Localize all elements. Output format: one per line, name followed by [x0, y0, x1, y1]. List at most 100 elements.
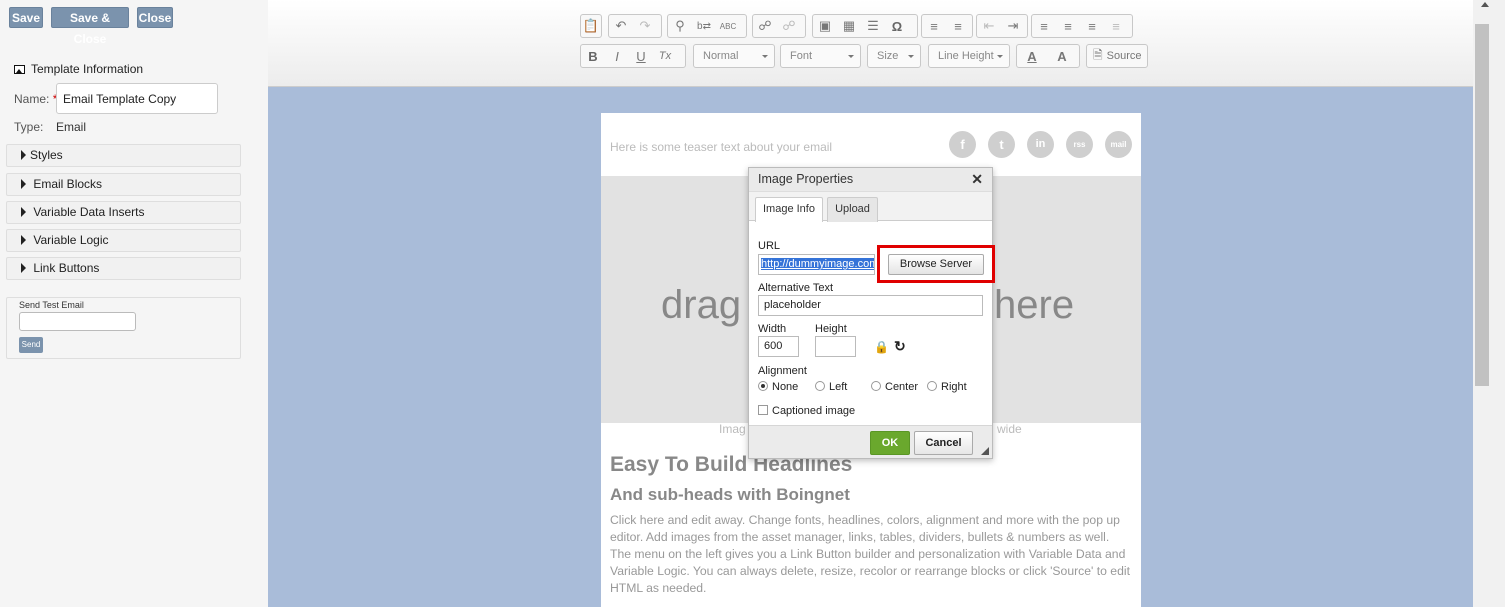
paste-icon[interactable]: 📋	[581, 15, 601, 37]
indent-icon[interactable]: ⇥	[1001, 15, 1025, 37]
accordion-email-blocks[interactable]: Email Blocks	[6, 173, 241, 196]
link-icon[interactable]: ☍	[753, 15, 777, 37]
spellcheck-icon[interactable]: ABC	[716, 15, 740, 37]
template-information-header: Template Information	[14, 62, 143, 76]
alignment-center-radio[interactable]	[871, 381, 881, 391]
bulleted-list-icon[interactable]: ≡	[946, 15, 970, 37]
underline-button[interactable]: U	[629, 45, 653, 67]
type-value: Email	[56, 120, 87, 134]
alignment-none-radio[interactable]	[758, 381, 768, 391]
italic-button[interactable]: I	[605, 45, 629, 67]
accordion-label: Link Buttons	[33, 261, 100, 275]
image-insert-icon[interactable]: ▣	[813, 15, 837, 37]
facebook-icon[interactable]: f	[949, 131, 976, 158]
email-subhead[interactable]: And sub-heads with Boingnet	[610, 485, 850, 505]
alt-text-label: Alternative Text	[758, 282, 834, 294]
source-icon: 🗎	[1093, 47, 1103, 62]
format-combo[interactable]: Normal	[693, 44, 775, 68]
scrollbar[interactable]	[1473, 0, 1505, 607]
name-label: Name: *	[14, 92, 57, 106]
accordion-variable-data-inserts[interactable]: Variable Data Inserts	[6, 201, 241, 224]
close-icon[interactable]: ✕	[971, 171, 983, 188]
special-character-icon[interactable]: Ω	[885, 15, 909, 37]
alignment-left-label: Left	[829, 381, 848, 393]
source-button[interactable]: 🗎 Source	[1086, 44, 1148, 68]
bold-label: B	[588, 48, 598, 64]
alt-text-input[interactable]: placeholder	[758, 295, 983, 316]
align-right-icon[interactable]: ≡	[1080, 15, 1104, 37]
size-combo[interactable]: Size	[867, 44, 921, 68]
send-test-email-box: Send Test Email Send	[6, 297, 241, 359]
teaser-text[interactable]: Here is some teaser text about your emai…	[610, 140, 832, 154]
save-button[interactable]: Save	[9, 7, 43, 28]
height-label: Height	[815, 323, 847, 335]
send-test-email-input[interactable]	[19, 312, 136, 331]
accordion-variable-logic[interactable]: Variable Logic	[6, 229, 241, 252]
editor-toolbar: 📋 ↶ ↷ ⚲ b⇄ ABC ☍ ☍ ▣ ▦ ☰ Ω ≡ ≡ ⇤ ⇥ ≡ ≡ ≡…	[268, 0, 1473, 87]
replace-icon[interactable]: b⇄	[692, 15, 716, 37]
dialog-title: Image Properties	[758, 172, 854, 186]
line-height-combo[interactable]: Line Height	[928, 44, 1010, 68]
captioned-image-checkbox[interactable]	[758, 405, 768, 415]
left-panel: Save Save & Close Close Template Informa…	[0, 0, 250, 607]
expand-triangle-icon	[21, 179, 26, 189]
resize-handle-icon[interactable]	[981, 447, 989, 455]
accordion-label: Email Blocks	[33, 177, 103, 191]
expand-triangle-icon	[21, 150, 26, 160]
save-and-close-button[interactable]: Save & Close	[51, 7, 129, 46]
width-label: Width	[758, 323, 787, 335]
undo-icon[interactable]: ↶	[609, 15, 633, 37]
text-color-button[interactable]: A	[1017, 45, 1047, 67]
alignment-label: Alignment	[758, 365, 807, 377]
background-color-button[interactable]: A	[1047, 45, 1077, 67]
ok-button[interactable]: OK	[870, 431, 910, 455]
tab-image-info[interactable]: Image Info	[755, 197, 823, 222]
toolbar-group-indent: ⇤ ⇥	[976, 14, 1028, 38]
accordion-styles[interactable]: Styles	[6, 144, 241, 167]
scrollbar-thumb[interactable]	[1475, 24, 1489, 386]
send-button[interactable]: Send	[19, 337, 43, 353]
rss-icon[interactable]: rss	[1066, 131, 1093, 158]
unlink-icon[interactable]: ☍	[777, 15, 801, 37]
align-center-icon[interactable]: ≡	[1056, 15, 1080, 37]
alignment-right-radio[interactable]	[927, 381, 937, 391]
source-label: Source	[1106, 50, 1142, 62]
accordion-label: Styles	[30, 148, 63, 162]
linkedin-icon[interactable]: in	[1027, 131, 1054, 158]
accordion-link-buttons[interactable]: Link Buttons	[6, 257, 241, 280]
redo-icon[interactable]: ↷	[633, 15, 657, 37]
toolbar-group-undo: ↶ ↷	[608, 14, 662, 38]
height-input[interactable]	[815, 336, 856, 357]
hero-text-right: here	[994, 283, 1075, 327]
remove-format-button[interactable]: Tx	[653, 45, 677, 67]
bold-button[interactable]: B	[581, 45, 605, 67]
toolbar-group-lists: ≡ ≡	[921, 14, 973, 38]
lock-ratio-icon[interactable]: 🔒	[874, 340, 889, 354]
justify-icon[interactable]: ≡	[1104, 15, 1128, 37]
horizontal-rule-icon[interactable]: ☰	[861, 15, 885, 37]
close-button[interactable]: Close	[137, 7, 173, 28]
cancel-button[interactable]: Cancel	[914, 431, 973, 455]
scroll-up-arrow-icon[interactable]	[1481, 2, 1489, 7]
table-icon[interactable]: ▦	[837, 15, 861, 37]
align-left-icon[interactable]: ≡	[1032, 15, 1056, 37]
numbered-list-icon[interactable]: ≡	[922, 15, 946, 37]
find-icon[interactable]: ⚲	[668, 15, 692, 37]
url-input[interactable]: http://dummyimage.com	[758, 254, 875, 275]
width-input[interactable]: 600	[758, 336, 799, 357]
font-combo[interactable]: Font	[780, 44, 861, 68]
email-body-text[interactable]: Click here and edit away. Change fonts, …	[610, 512, 1132, 597]
outdent-icon[interactable]: ⇤	[977, 15, 1001, 37]
expand-triangle-icon	[21, 207, 26, 217]
twitter-icon[interactable]: t	[988, 131, 1015, 158]
send-test-email-title: Send Test Email	[19, 300, 84, 310]
tab-upload[interactable]: Upload	[827, 197, 878, 222]
reset-size-icon[interactable]: ↻	[894, 338, 906, 355]
hero-text-left: drag	[661, 283, 742, 327]
alignment-left-radio[interactable]	[815, 381, 825, 391]
highlight-box	[877, 245, 995, 283]
template-name-input[interactable]	[56, 83, 218, 114]
template-information-title: Template Information	[31, 62, 144, 76]
dialog-title-bar[interactable]: Image Properties ✕	[749, 168, 992, 192]
mail-icon[interactable]: mail	[1105, 131, 1132, 158]
